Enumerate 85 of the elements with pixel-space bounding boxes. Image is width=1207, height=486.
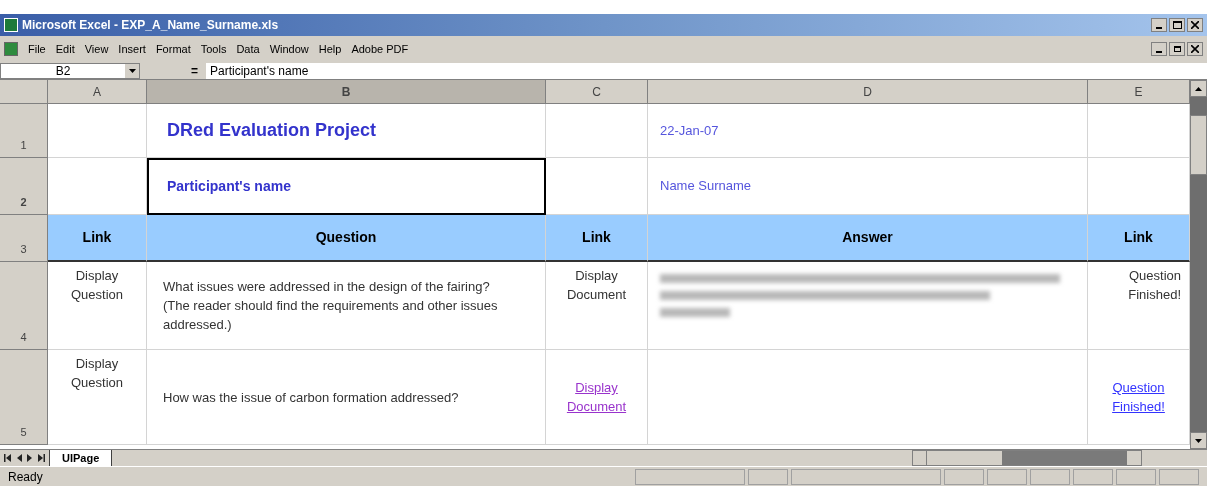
menu-item[interactable]: Help [318,40,342,58]
spreadsheet-icon [4,18,18,32]
status-panel [748,468,788,485]
row-header[interactable]: 4 [0,262,48,350]
row-header[interactable]: 5 [0,350,48,445]
table-cell[interactable]: Link [1088,215,1190,262]
table-cell[interactable]: 22-Jan-07 [648,104,1088,158]
maximize-icon[interactable] [1169,18,1185,32]
cell-text: Participant's name [167,176,291,196]
column-header[interactable]: D [648,80,1088,104]
column-heading: Question [315,228,377,247]
formula-equals: = [190,62,199,80]
column-heading: Answer [842,228,893,247]
table-cell[interactable]: Display Document [546,262,648,350]
dropdown-icon[interactable] [125,63,139,78]
menu-item[interactable]: Window [269,40,309,58]
minimize-icon[interactable] [1151,18,1167,32]
hyperlink[interactable]: Question Finished! [1096,378,1181,416]
menu-item[interactable]: Adobe PDF [351,40,409,58]
status-panel [987,468,1027,485]
first-sheet-icon[interactable] [4,454,12,462]
next-sheet-icon[interactable] [26,454,34,462]
scroll-up-button[interactable] [1190,80,1207,97]
column-heading: Link [1124,228,1153,247]
row-header[interactable]: 1 [0,104,48,158]
previous-sheet-icon[interactable] [15,454,23,462]
cell-text: How was the issue of carbon formation addressed? [163,388,459,407]
cell-text: Name Surname [660,177,752,196]
down-arrow-icon [1195,438,1202,443]
cell-text: Display Question [69,355,124,392]
table-cell[interactable]: Display Question [48,350,147,445]
selected-cell[interactable]: Participant's name [147,158,546,215]
menu-item[interactable]: Tools [200,40,227,58]
vertical-scrollbar[interactable] [1190,80,1207,449]
close-icon[interactable] [1187,42,1203,56]
cell-text: Display Question [69,267,124,304]
menu-item[interactable]: File [28,40,46,58]
menu-item[interactable]: Edit [55,40,75,58]
status-panel [1159,468,1199,485]
table-cell[interactable]: Link [546,215,648,262]
status-panel [1030,468,1070,485]
minimize-icon[interactable] [1151,42,1167,56]
status-text: Ready [8,468,43,486]
window-title: Microsoft Excel - EXP_A_Name_Surname.xls [22,17,279,34]
menu-item[interactable]: View [84,40,109,58]
cell-text: DRed Evaluation Project [167,119,377,142]
cell-text: Display Document [565,267,628,304]
scroll-thumb[interactable] [1190,114,1207,175]
table-cell[interactable]: Display Document [546,350,648,445]
cell-text: 22-Jan-07 [660,121,719,140]
table-cell[interactable]: Answer [648,215,1088,262]
status-panel [944,468,984,485]
horizontal-scrollbar[interactable] [912,450,1143,466]
table-cell[interactable]: How was the issue of carbon formation addressed? [147,350,546,445]
table-cell[interactable] [48,104,147,158]
table-cell[interactable]: DRed Evaluation Project [147,104,546,158]
name-box[interactable]: B2 [0,62,140,79]
menu-item[interactable]: Data [236,40,260,58]
hyperlink[interactable]: Display Document [554,378,639,416]
table-cell[interactable]: Question [147,215,546,262]
table-cell[interactable] [546,104,648,158]
menu-item[interactable]: Insert [118,40,146,58]
column-heading: Link [82,228,112,247]
up-arrow-icon [1195,86,1202,91]
scroll-down-button[interactable] [1190,432,1207,449]
table-cell[interactable] [648,350,1088,445]
close-icon[interactable] [1187,18,1203,32]
formula-input[interactable]: Participant's name [206,62,1207,79]
column-header[interactable]: B [147,80,546,104]
restore-icon[interactable] [1169,42,1185,56]
row-header[interactable]: 3 [0,215,48,262]
cell-text: What issues were addressed in the design of the fairing? (The reader should find the requirements and other issues addressed.) [163,278,499,334]
table-cell[interactable]: Display Question [48,262,147,350]
column-heading: Link [582,228,611,247]
cell-text: Question Finished! [1127,267,1181,304]
table-cell[interactable] [648,262,1088,350]
row-header[interactable]: 2 [0,158,48,215]
sheet-tab[interactable]: UIPage [49,450,113,466]
menu-item[interactable]: Format [155,40,191,58]
status-panel [1116,468,1156,485]
table-cell[interactable]: Link [48,215,147,262]
table-cell[interactable]: What issues were addressed in the design of the fairing? (The reader should find the requirements and other issues addressed.) [147,262,546,350]
column-header[interactable]: C [546,80,648,104]
last-sheet-icon[interactable] [37,454,45,462]
status-panel [1073,468,1113,485]
